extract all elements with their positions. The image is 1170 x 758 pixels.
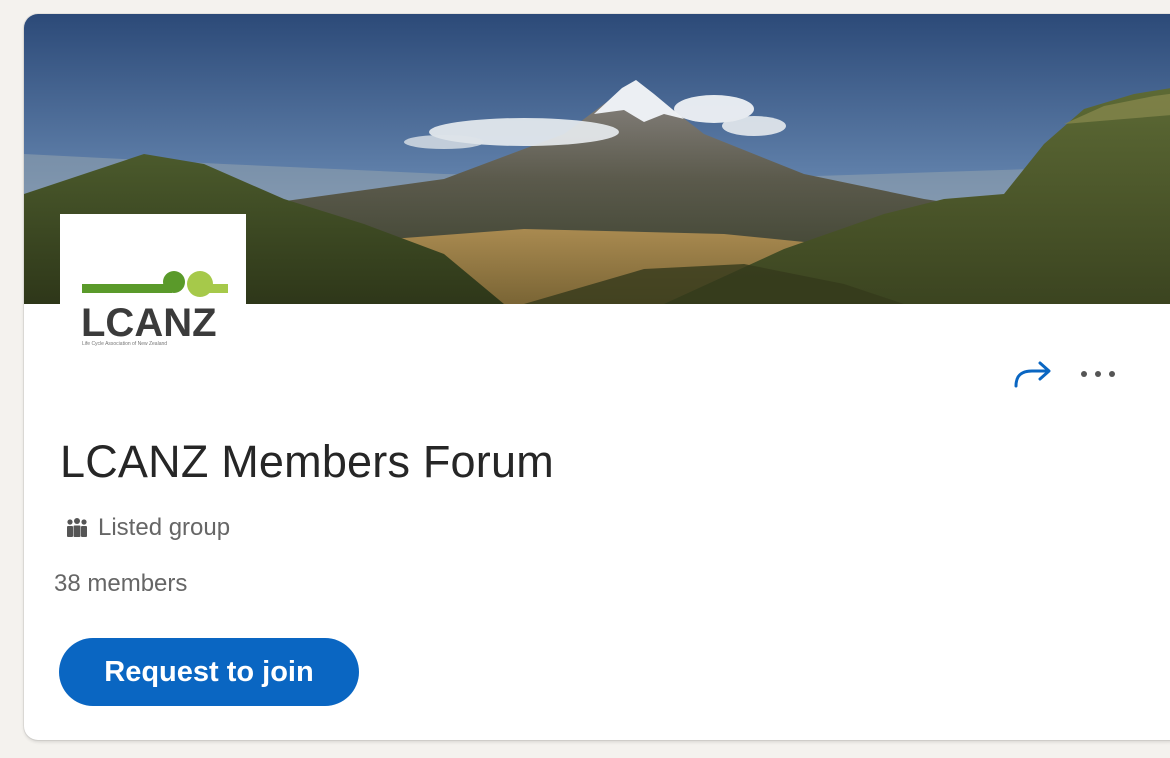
more-horizontal-icon bbox=[1081, 371, 1115, 377]
share-button[interactable] bbox=[1010, 354, 1054, 394]
group-logo: LCANZ Life Cycle Association of New Zeal… bbox=[60, 214, 246, 360]
member-count[interactable]: 38 members bbox=[54, 568, 187, 600]
group-privacy: Listed group bbox=[66, 512, 230, 544]
group-actions bbox=[1010, 354, 1142, 394]
share-arrow-icon bbox=[1014, 361, 1051, 388]
request-to-join-button[interactable]: Request to join bbox=[59, 638, 359, 706]
more-options-button[interactable] bbox=[1076, 354, 1120, 394]
group-card: LCANZ Life Cycle Association of New Zeal… bbox=[24, 14, 1170, 740]
logo-text: LCANZ bbox=[81, 301, 217, 345]
group-people-icon bbox=[66, 518, 88, 538]
logo-tagline: Life Cycle Association of New Zealand bbox=[82, 341, 167, 347]
privacy-label: Listed group bbox=[98, 514, 231, 541]
group-title: LCANZ Members Forum bbox=[60, 436, 554, 487]
page: LCANZ Life Cycle Association of New Zeal… bbox=[0, 0, 1170, 758]
